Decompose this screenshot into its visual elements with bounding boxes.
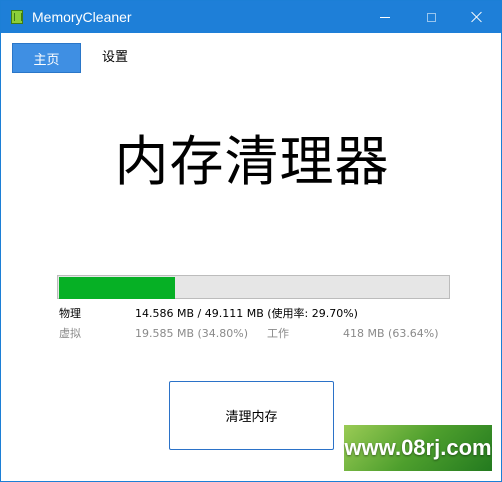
close-icon [471,11,483,23]
tab-settings[interactable]: 设置 [102,49,128,67]
title-bar[interactable]: MemoryCleaner [1,1,501,33]
maximize-icon [426,12,436,22]
application-window: MemoryCleaner 主页 设置 内存清理器 物理 14.586 MB /… [0,0,502,482]
physical-memory-value: 14.586 MB / 49.111 MB (使用率: 29.70%) [135,307,358,320]
memory-chip-icon [11,10,23,24]
minimize-icon [380,16,390,18]
memory-usage-progress-fill [59,277,175,299]
tab-home[interactable]: 主页 [12,43,81,73]
virtual-memory-value: 19.585 MB (34.80%) [135,327,249,340]
physical-memory-label: 物理 [59,307,81,320]
window-title: MemoryCleaner [32,9,132,25]
working-set-label: 工作 [267,327,289,340]
site-watermark: www.08rj.com [344,425,492,471]
working-set-value: 418 MB (63.64%) [343,327,439,340]
clean-memory-button[interactable]: 清理内存 [169,381,334,450]
memory-usage-progress [57,275,450,299]
close-button[interactable] [454,1,500,33]
minimize-button[interactable] [362,1,408,33]
page-title: 内存清理器 [114,130,390,193]
maximize-button[interactable] [408,1,454,33]
virtual-memory-label: 虚拟 [59,327,81,340]
